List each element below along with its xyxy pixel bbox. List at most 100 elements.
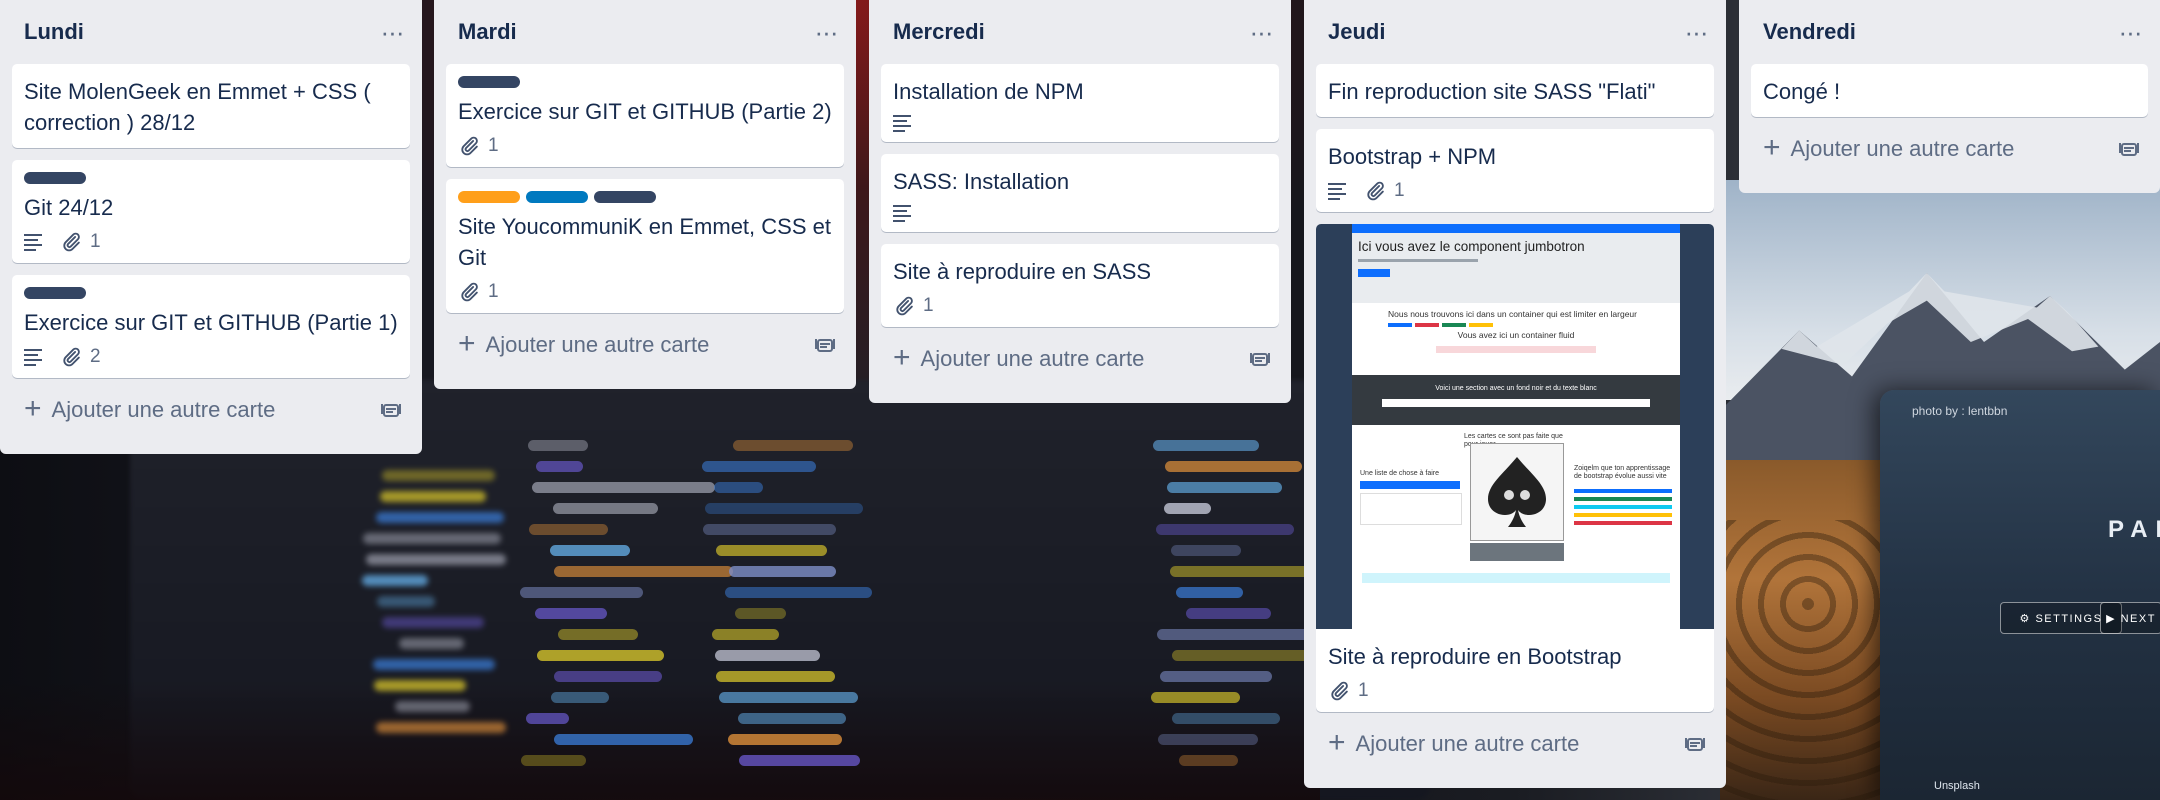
list-header: Mercredi ··· <box>881 0 1279 64</box>
ellipsis-icon[interactable]: ··· <box>1678 14 1714 50</box>
cover-info-alert <box>1362 573 1670 583</box>
add-card-row: + Ajouter une autre carte <box>1316 712 1714 776</box>
list-title[interactable]: Mardi <box>458 19 517 45</box>
list-title[interactable]: Vendredi <box>1763 19 1856 45</box>
card-labels <box>24 172 398 184</box>
plus-icon: + <box>458 327 476 360</box>
board: Lundi ··· Site MolenGeek en Emmet + CSS … <box>0 0 2160 800</box>
description-badge <box>893 115 911 132</box>
cover-badge <box>1415 323 1439 327</box>
cover-badge <box>1469 323 1493 327</box>
attachment-badge: 1 <box>893 295 934 317</box>
description-icon <box>24 348 42 366</box>
description-icon <box>24 233 42 251</box>
card-title: Exercice sur GIT et GITHUB (Partie 2) <box>458 99 832 124</box>
card[interactable]: Git 24/12 1 <box>12 160 410 263</box>
plus-icon: + <box>1328 726 1346 759</box>
card-label[interactable] <box>24 172 86 184</box>
card-list: Installation de NPM SASS: Installation S… <box>881 64 1279 327</box>
ellipsis-icon[interactable]: ··· <box>374 14 410 50</box>
cover-badge <box>1442 323 1466 327</box>
list-title[interactable]: Mercredi <box>893 19 985 45</box>
add-card-button[interactable]: + Ajouter une autre carte <box>893 343 1145 373</box>
card-body: Site à reproduire en Bootstrap 1 <box>1316 629 1714 712</box>
card-label[interactable] <box>594 191 656 203</box>
card-template-icon[interactable] <box>814 335 836 355</box>
attachment-count: 1 <box>488 281 499 302</box>
card-cover-image: Ici vous avez le component jumbotron Nou… <box>1316 224 1714 629</box>
card-with-cover[interactable]: Ici vous avez le component jumbotron Nou… <box>1316 224 1714 712</box>
card-badges <box>893 115 1267 132</box>
add-card-button[interactable]: + Ajouter une autre carte <box>458 327 710 360</box>
card-template-icon[interactable] <box>1684 734 1706 754</box>
card-badges: 2 <box>24 346 398 368</box>
card[interactable]: Site YoucommuniK en Emmet, CSS et Git 1 <box>446 179 844 313</box>
card-labels <box>24 287 398 299</box>
list-vendredi: Vendredi ··· Congé ! + Ajouter une autre … <box>1739 0 2160 193</box>
list-mercredi: Mercredi ··· Installation de NPM SASS: I… <box>869 0 1291 403</box>
paperclip-icon <box>1367 181 1384 201</box>
add-card-row: + Ajouter une autre carte <box>12 378 410 442</box>
ellipsis-icon[interactable]: ··· <box>2112 14 2148 50</box>
attachment-count: 2 <box>90 346 101 367</box>
list-title[interactable]: Lundi <box>24 19 84 45</box>
card-label[interactable] <box>458 191 520 203</box>
card-label[interactable] <box>458 76 520 88</box>
card[interactable]: Exercice sur GIT et GITHUB (Partie 1) 2 <box>12 275 410 378</box>
cover-website-screenshot: Ici vous avez le component jumbotron Nou… <box>1352 224 1680 629</box>
list-header: Mardi ··· <box>446 0 844 64</box>
card[interactable]: Congé ! <box>1751 64 2148 117</box>
add-card-label: Ajouter une autre carte <box>51 397 276 422</box>
card-template-icon[interactable] <box>1249 349 1271 369</box>
card[interactable]: SASS: Installation <box>881 154 1279 232</box>
add-card-label: Ajouter une autre carte <box>1790 136 2015 161</box>
attachment-count: 1 <box>923 295 934 316</box>
paperclip-icon <box>461 136 478 156</box>
card-template-icon[interactable] <box>380 400 402 420</box>
description-badge <box>24 233 42 251</box>
attachment-count: 1 <box>1358 680 1369 701</box>
card-template-icon[interactable] <box>2118 139 2140 159</box>
cover-progress <box>1574 497 1672 501</box>
card-badges: 1 <box>1328 180 1702 202</box>
plus-icon: + <box>24 392 42 425</box>
list-lundi: Lundi ··· Site MolenGeek en Emmet + CSS … <box>0 0 422 454</box>
add-card-button[interactable]: + Ajouter une autre carte <box>24 392 276 425</box>
card-title: Fin reproduction site SASS "Flati" <box>1328 79 1656 104</box>
card[interactable]: Site MolenGeek en Emmet + CSS ( correcti… <box>12 64 410 148</box>
cover-text: Une liste de chose à faire <box>1360 470 1439 477</box>
ellipsis-icon[interactable]: ··· <box>1243 14 1279 50</box>
add-card-button[interactable]: + Ajouter une autre carte <box>1328 726 1579 759</box>
card[interactable]: Bootstrap + NPM 1 <box>1316 129 1714 212</box>
card-title: Congé ! <box>1763 79 1841 104</box>
card-list: Congé ! <box>1751 64 2148 117</box>
ellipsis-icon[interactable]: ··· <box>808 14 844 50</box>
list-jeudi: Jeudi ··· Fin reproduction site SASS "Fl… <box>1304 0 1726 788</box>
card-label[interactable] <box>24 287 86 299</box>
attachment-badge: 1 <box>60 231 101 253</box>
card-title: Site YoucommuniK en Emmet, CSS et Git <box>458 214 831 270</box>
attachment-badge: 1 <box>1328 680 1369 702</box>
list-title[interactable]: Jeudi <box>1328 19 1385 45</box>
paperclip-icon <box>896 296 913 316</box>
card[interactable]: Installation de NPM <box>881 64 1279 142</box>
add-card-label: Ajouter une autre carte <box>485 332 710 357</box>
card[interactable]: Exercice sur GIT et GITHUB (Partie 2) 1 <box>446 64 844 167</box>
add-card-row: + Ajouter une autre carte <box>881 327 1279 391</box>
description-badge <box>893 205 911 222</box>
card[interactable]: Site à reproduire en SASS 1 <box>881 244 1279 327</box>
paperclip-icon <box>1331 681 1348 701</box>
add-card-label: Ajouter une autre carte <box>920 346 1145 371</box>
card-list: Site MolenGeek en Emmet + CSS ( correcti… <box>12 64 410 378</box>
card[interactable]: Fin reproduction site SASS "Flati" <box>1316 64 1714 117</box>
list-header: Lundi ··· <box>12 0 410 64</box>
card-label[interactable] <box>526 191 588 203</box>
paperclip-icon <box>461 282 478 302</box>
cover-card-footer <box>1470 543 1564 561</box>
cover-button <box>1358 269 1390 277</box>
attachment-badge: 1 <box>458 281 499 303</box>
attachment-badge: 1 <box>1364 180 1405 202</box>
card-title: Bootstrap + NPM <box>1328 144 1497 169</box>
cover-badge <box>1388 323 1412 327</box>
add-card-button[interactable]: + Ajouter une autre carte <box>1763 133 2015 163</box>
